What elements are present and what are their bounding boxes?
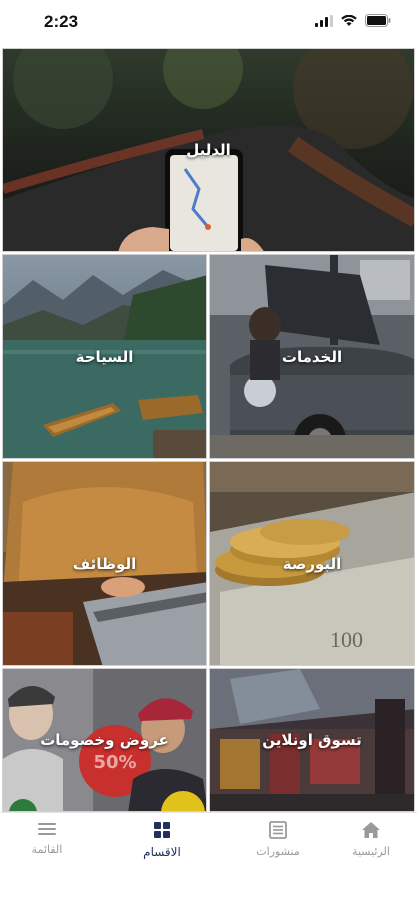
tab-sections-label: الاقسام <box>143 845 181 859</box>
tab-posts[interactable]: منشورات <box>233 821 323 858</box>
wifi-icon <box>341 14 357 26</box>
tab-sections[interactable]: الاقسام <box>117 821 207 859</box>
tile-offers-label: عروض وخصومات <box>40 731 169 749</box>
tab-home[interactable]: الرئيسية <box>326 821 416 858</box>
status-time: 2:23 <box>44 12 79 31</box>
tile-tourism-label: السياحة <box>75 347 134 366</box>
tile-tourism[interactable]: السياحة <box>2 254 207 459</box>
tab-menu[interactable]: القائمة <box>2 821 92 856</box>
tile-guide-label: الدليل <box>186 141 231 159</box>
sections-grid: الدليل الخدمات السياحة 100 البورصة الوظا… <box>2 48 415 812</box>
status-bar: 2:23 <box>0 0 417 46</box>
tab-menu-label: القائمة <box>31 843 63 856</box>
tile-services[interactable]: الخدمات <box>209 254 415 459</box>
menu-icon <box>38 823 56 835</box>
tile-stock-label: البورصة <box>282 554 342 573</box>
signal-icon <box>315 14 333 27</box>
tile-shop[interactable]: تسوق اونلاين <box>209 668 415 812</box>
tab-posts-label: منشورات <box>256 845 300 858</box>
tile-jobs[interactable]: الوظائف <box>2 461 207 666</box>
status-icons <box>315 14 391 27</box>
bottom-tab-bar: الرئيسية منشورات الاقسام القائمة <box>0 812 417 900</box>
tile-shop-label: تسوق اونلاين <box>262 731 362 749</box>
posts-icon <box>269 821 287 839</box>
tile-guide[interactable]: الدليل <box>2 48 415 252</box>
svg-text:100: 100 <box>330 627 363 652</box>
grid-icon <box>154 822 170 838</box>
tab-home-label: الرئيسية <box>352 845 390 858</box>
offers-badge: 50% <box>93 752 136 773</box>
tile-offers[interactable]: 50% عروض وخصومات <box>2 668 207 812</box>
home-icon <box>362 822 380 838</box>
battery-icon <box>365 14 391 27</box>
tile-jobs-label: الوظائف <box>72 554 137 573</box>
tile-services-label: الخدمات <box>281 347 343 366</box>
tile-stock[interactable]: 100 البورصة <box>209 461 415 666</box>
